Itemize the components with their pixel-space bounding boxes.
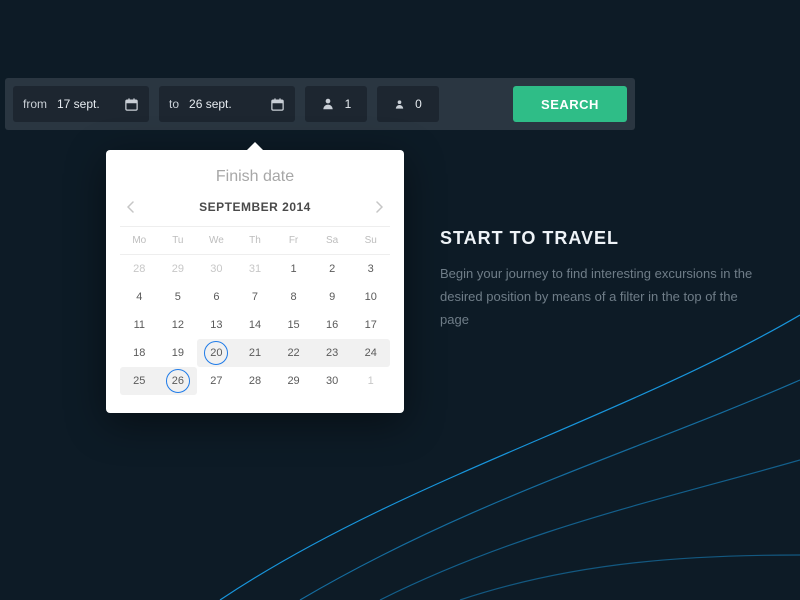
date-from-chip[interactable]: from 17 sept. (13, 86, 149, 122)
calendar-weeks: 2829303112345678910111213141516171819202… (120, 255, 390, 395)
calendar-day[interactable]: 2 (313, 255, 352, 283)
date-to-value: 26 sept. (189, 97, 232, 111)
calendar-week: 18192021222324 (120, 339, 390, 367)
date-popover: Finish date SEPTEMBER 2014 MoTuWeThFrSaS… (106, 150, 404, 413)
search-button[interactable]: SEARCH (513, 86, 627, 122)
calendar-day[interactable]: 10 (351, 283, 390, 311)
promo-body: Begin your journey to find interesting e… (440, 263, 760, 331)
date-from-value: 17 sept. (57, 97, 100, 111)
dow-header: MoTuWeThFrSaSu (120, 226, 390, 255)
calendar-day[interactable]: 11 (120, 311, 159, 339)
calendar-week: 2526272829301 (120, 367, 390, 395)
calendar-week: 45678910 (120, 283, 390, 311)
prev-month-button[interactable] (122, 198, 140, 216)
calendar-day[interactable]: 23 (313, 339, 352, 367)
child-icon (394, 99, 405, 110)
calendar-day[interactable]: 19 (159, 339, 198, 367)
calendar-day[interactable]: 13 (197, 311, 236, 339)
calendar-grid: MoTuWeThFrSaSu 2829303112345678910111213… (106, 226, 404, 413)
calendar-day[interactable]: 6 (197, 283, 236, 311)
calendar-day[interactable]: 21 (236, 339, 275, 367)
dow-cell: Su (351, 227, 390, 254)
month-nav: SEPTEMBER 2014 (106, 198, 404, 226)
calendar-day[interactable]: 29 (274, 367, 313, 395)
calendar-day[interactable]: 27 (197, 367, 236, 395)
adult-icon (321, 97, 335, 111)
dow-cell: Mo (120, 227, 159, 254)
calendar-day[interactable]: 25 (120, 367, 159, 395)
promo-heading: START TO TRAVEL (440, 228, 760, 249)
calendar-week: 28293031123 (120, 255, 390, 283)
month-label: SEPTEMBER 2014 (199, 200, 311, 214)
calendar-day[interactable]: 20 (197, 339, 236, 367)
calendar-day[interactable]: 7 (236, 283, 275, 311)
calendar-day[interactable]: 1 (351, 367, 390, 395)
calendar-day[interactable]: 22 (274, 339, 313, 367)
calendar-day[interactable]: 16 (313, 311, 352, 339)
calendar-day[interactable]: 9 (313, 283, 352, 311)
popover-title: Finish date (106, 150, 404, 198)
calendar-day[interactable]: 24 (351, 339, 390, 367)
date-to-chip[interactable]: to 26 sept. (159, 86, 295, 122)
calendar-day[interactable]: 3 (351, 255, 390, 283)
children-value: 0 (415, 97, 422, 111)
calendar-day[interactable]: 30 (313, 367, 352, 395)
calendar-icon (270, 97, 285, 112)
calendar-day[interactable]: 28 (236, 367, 275, 395)
dow-cell: Sa (313, 227, 352, 254)
calendar-day[interactable]: 18 (120, 339, 159, 367)
calendar-day[interactable]: 17 (351, 311, 390, 339)
dow-cell: Th (236, 227, 275, 254)
calendar-day[interactable]: 5 (159, 283, 198, 311)
adults-chip[interactable]: 1 (305, 86, 367, 122)
calendar-day[interactable]: 28 (120, 255, 159, 283)
calendar-day[interactable]: 15 (274, 311, 313, 339)
calendar-day[interactable]: 29 (159, 255, 198, 283)
children-chip[interactable]: 0 (377, 86, 439, 122)
adults-value: 1 (345, 97, 352, 111)
calendar-day[interactable]: 1 (274, 255, 313, 283)
calendar-icon (124, 97, 139, 112)
dow-cell: We (197, 227, 236, 254)
dow-cell: Tu (159, 227, 198, 254)
date-from-prefix: from (23, 97, 47, 111)
calendar-day[interactable]: 12 (159, 311, 198, 339)
next-month-button[interactable] (370, 198, 388, 216)
dow-cell: Fr (274, 227, 313, 254)
calendar-day[interactable]: 31 (236, 255, 275, 283)
calendar-day[interactable]: 8 (274, 283, 313, 311)
promo-block: START TO TRAVEL Begin your journey to fi… (440, 228, 760, 331)
calendar-week: 11121314151617 (120, 311, 390, 339)
search-bar: from 17 sept. to 26 sept. 1 0 SEARCH (5, 78, 635, 130)
date-to-prefix: to (169, 97, 179, 111)
calendar-day[interactable]: 14 (236, 311, 275, 339)
calendar-day[interactable]: 30 (197, 255, 236, 283)
calendar-day[interactable]: 4 (120, 283, 159, 311)
calendar-day[interactable]: 26 (159, 367, 198, 395)
